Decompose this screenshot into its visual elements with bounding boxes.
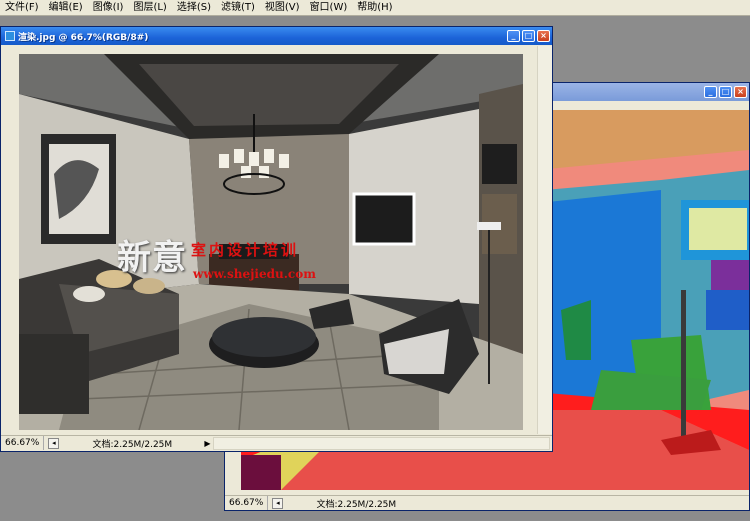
menu-file[interactable]: 文件(F) xyxy=(0,1,44,15)
scroll-right-arrow-icon[interactable]: ▶ xyxy=(201,439,213,448)
menu-select[interactable]: 选择(S) xyxy=(172,1,216,15)
watermark: 新意 室内设计培训 www.shejiedu.com xyxy=(117,230,317,300)
front-document-canvas[interactable]: 新意 室内设计培训 www.shejiedu.com xyxy=(19,54,523,430)
watermark-url: www.shejiedu.com xyxy=(193,267,316,281)
zoom-level[interactable]: 66.67% xyxy=(1,436,45,450)
zoom-level[interactable]: 66.67% xyxy=(225,496,269,510)
close-icon[interactable]: × xyxy=(734,86,747,98)
maximize-icon[interactable]: □ xyxy=(719,86,732,98)
front-document-window[interactable]: 渲染.jpg @ 66.7%(RGB/8#) _ □ × 新意 室内设计培训 w… xyxy=(0,26,553,452)
menu-view[interactable]: 视图(V) xyxy=(260,1,305,15)
status-menu-icon[interactable]: ◂ xyxy=(48,437,60,449)
vertical-scrollbar[interactable] xyxy=(537,46,552,434)
document-title: 渲染.jpg @ 66.7%(RGB/8#) xyxy=(18,32,149,43)
document-icon xyxy=(5,31,15,41)
menu-edit[interactable]: 编辑(E) xyxy=(44,1,88,15)
menu-window[interactable]: 窗口(W) xyxy=(305,1,353,15)
front-window-titlebar[interactable]: 渲染.jpg @ 66.7%(RGB/8#) _ □ × xyxy=(1,27,552,45)
close-icon[interactable]: × xyxy=(537,30,550,42)
menu-layer[interactable]: 图层(L) xyxy=(128,1,171,15)
document-size-info: 文档:2.25M/2.25M xyxy=(316,499,397,510)
menu-filter[interactable]: 滤镜(T) xyxy=(216,1,260,15)
minimize-icon[interactable]: _ xyxy=(704,86,717,98)
menu-help[interactable]: 帮助(H) xyxy=(352,1,397,15)
document-size-info: 文档:2.25M/2.25M xyxy=(92,439,173,450)
menu-image[interactable]: 图像(I) xyxy=(88,1,129,15)
back-window-statusbar: 66.67% ◂ 文档:2.25M/2.25M xyxy=(225,495,749,510)
watermark-tagline: 室内设计培训 xyxy=(191,241,300,259)
status-menu-icon[interactable]: ◂ xyxy=(272,497,284,509)
maximize-icon[interactable]: □ xyxy=(522,30,535,42)
minimize-icon[interactable]: _ xyxy=(507,30,520,42)
watermark-brand: 新意 xyxy=(117,238,187,278)
menu-bar: 文件(F) 编辑(E) 图像(I) 图层(L) 选择(S) 滤镜(T) 视图(V… xyxy=(0,0,750,16)
front-window-statusbar: 66.67% ◂ 文档:2.25M/2.25M ▶ xyxy=(1,435,552,450)
horizontal-scrollbar[interactable] xyxy=(213,436,550,450)
